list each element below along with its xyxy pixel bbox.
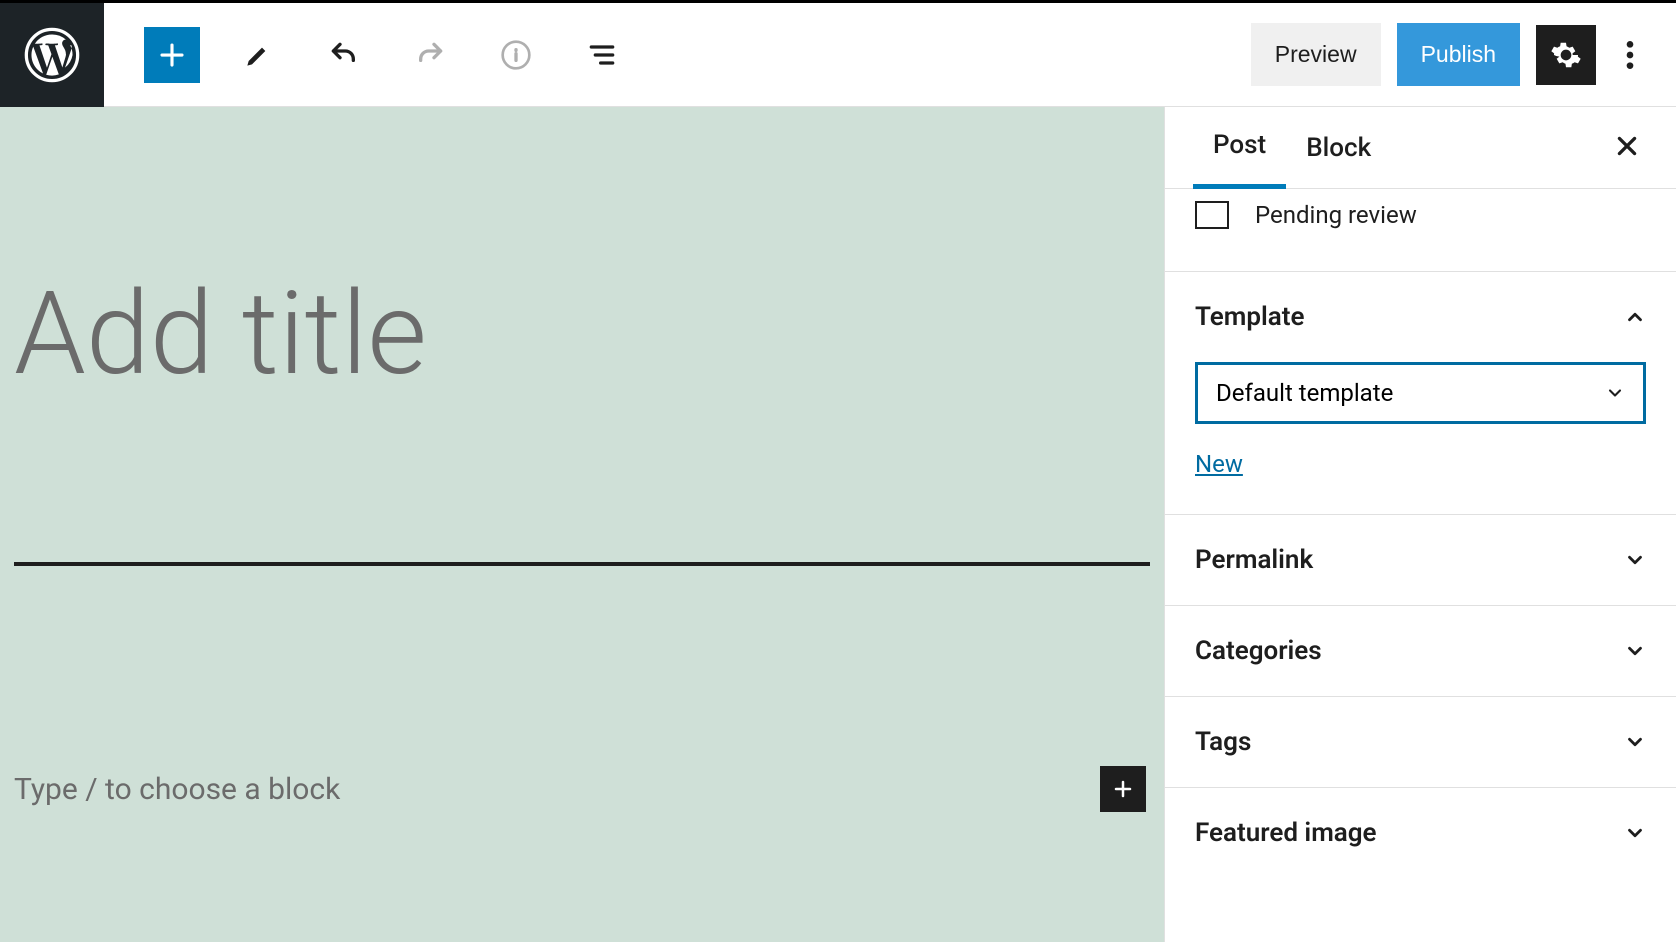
panel-template-header[interactable]: Template — [1165, 272, 1676, 362]
panel-categories: Categories — [1165, 605, 1676, 696]
redo-button — [402, 27, 458, 83]
panel-tags: Tags — [1165, 696, 1676, 787]
plus-icon — [1111, 777, 1135, 801]
top-toolbar: Preview Publish — [0, 3, 1676, 107]
editor-canvas[interactable]: Type / to choose a block — [0, 107, 1164, 942]
chevron-up-icon — [1624, 306, 1646, 328]
panel-template: Template Default template New — [1165, 271, 1676, 514]
list-view-icon — [586, 39, 618, 71]
sidebar-tabs: Post Block — [1165, 107, 1676, 189]
panel-tags-header[interactable]: Tags — [1165, 697, 1676, 787]
more-vertical-icon — [1626, 39, 1634, 71]
pending-review-label: Pending review — [1255, 201, 1417, 229]
pending-review-row: Pending review — [1165, 189, 1676, 271]
outline-button[interactable] — [574, 27, 630, 83]
add-block-button[interactable] — [144, 27, 200, 83]
undo-button[interactable] — [316, 27, 372, 83]
pending-review-checkbox[interactable] — [1195, 201, 1229, 229]
panel-permalink-header[interactable]: Permalink — [1165, 515, 1676, 605]
chevron-down-icon — [1624, 549, 1646, 571]
redo-icon — [414, 39, 446, 71]
panel-featured-image: Featured image — [1165, 787, 1676, 878]
panel-permalink: Permalink — [1165, 514, 1676, 605]
gear-icon — [1550, 39, 1582, 71]
block-inserter-row: Type / to choose a block — [14, 766, 1150, 812]
tab-block[interactable]: Block — [1286, 109, 1391, 187]
chevron-down-icon — [1605, 383, 1625, 403]
undo-icon — [328, 39, 360, 71]
preview-button[interactable]: Preview — [1251, 23, 1381, 86]
wordpress-logo[interactable] — [0, 3, 104, 107]
publish-button[interactable]: Publish — [1397, 23, 1520, 86]
new-template-link[interactable]: New — [1195, 450, 1243, 478]
info-button — [488, 27, 544, 83]
sidebar-panels: Pending review Template Default template… — [1165, 189, 1676, 942]
panel-template-body: Default template New — [1165, 362, 1676, 514]
block-placeholder-text[interactable]: Type / to choose a block — [14, 772, 340, 807]
template-select[interactable]: Default template — [1195, 362, 1646, 424]
edit-tools-button[interactable] — [230, 27, 286, 83]
close-icon — [1614, 133, 1640, 159]
chevron-down-icon — [1624, 640, 1646, 662]
panel-featured-image-header[interactable]: Featured image — [1165, 788, 1676, 878]
chevron-down-icon — [1624, 822, 1646, 844]
plus-icon — [157, 40, 187, 70]
close-sidebar-button[interactable] — [1606, 125, 1648, 171]
settings-button[interactable] — [1536, 25, 1596, 85]
more-options-button[interactable] — [1612, 27, 1648, 83]
inline-add-block-button[interactable] — [1100, 766, 1146, 812]
toolbar-left — [104, 27, 630, 83]
panel-categories-header[interactable]: Categories — [1165, 606, 1676, 696]
main-area: Type / to choose a block Post Block Pend… — [0, 107, 1676, 942]
settings-sidebar: Post Block Pending review Template Defau — [1164, 107, 1676, 942]
tab-post[interactable]: Post — [1193, 106, 1286, 189]
post-title-input[interactable] — [14, 147, 1150, 566]
chevron-down-icon — [1624, 731, 1646, 753]
info-icon — [500, 39, 532, 71]
pencil-icon — [242, 39, 274, 71]
wordpress-icon — [24, 27, 80, 83]
toolbar-right: Preview Publish — [1251, 23, 1676, 86]
